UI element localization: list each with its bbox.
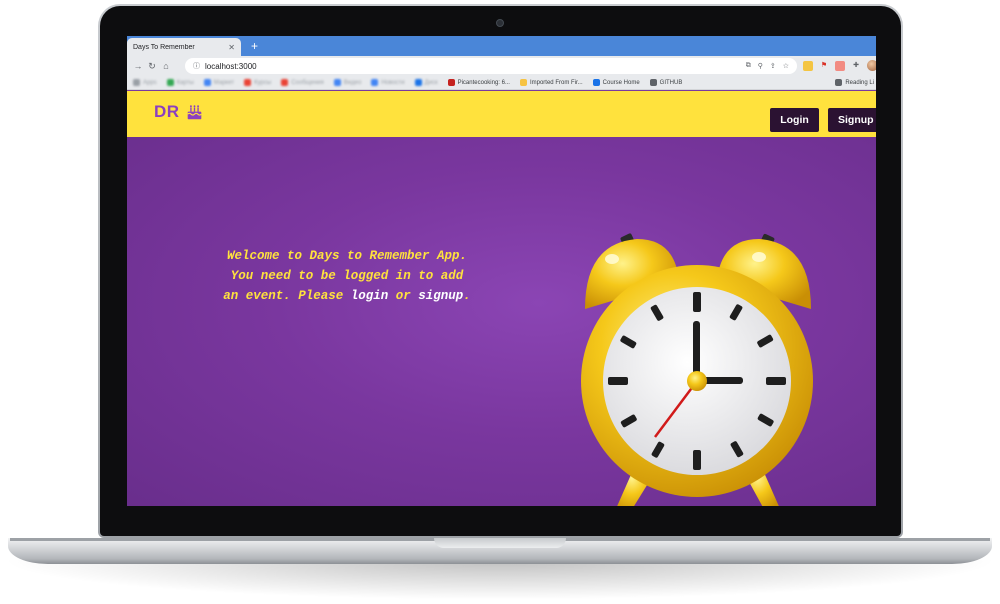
extensions-area: ⚑ ✚ xyxy=(803,60,876,71)
new-tab-icon[interactable]: + xyxy=(251,38,258,54)
tab-strip: Days To Remember ✕ + xyxy=(127,36,876,56)
login-link[interactable]: login xyxy=(351,289,389,303)
bookmark-item[interactable]: Imported From Fir... xyxy=(519,79,583,86)
bookmark-item[interactable]: Курсы xyxy=(244,79,271,86)
info-icon[interactable]: ⓘ xyxy=(193,61,200,71)
bookmark-label: Imported From Fir... xyxy=(529,79,583,86)
flag-icon[interactable]: ⚑ xyxy=(819,61,829,71)
signup-button[interactable]: Signup xyxy=(828,108,876,132)
puzzle-icon[interactable]: ✚ xyxy=(851,61,861,71)
bookmark-item[interactable]: Сообщения xyxy=(281,79,324,86)
bookmark-label: Диск xyxy=(424,79,438,86)
bookmark-favicon-icon xyxy=(371,79,379,86)
bookmark-favicon-icon xyxy=(166,79,174,86)
welcome-text: or xyxy=(388,289,419,303)
base-notch xyxy=(434,538,566,548)
bookmark-label: Picantecooking: 6... xyxy=(457,79,510,86)
alarm-clock-illustration xyxy=(581,233,813,506)
address-bar[interactable]: ⓘ localhost:3000 ⧉ ⚲ ⇪ ☆ xyxy=(185,58,797,74)
bookmark-favicon-icon xyxy=(519,79,527,86)
bookmarks-bar: Apps Карты Маркет Курсы Сообщения Видео Новост… xyxy=(127,76,876,90)
welcome-text: . xyxy=(463,289,471,303)
bookmark-item[interactable]: Apps xyxy=(133,79,157,86)
bookmark-item[interactable]: Маркет xyxy=(203,79,235,86)
bookmark-favicon-icon xyxy=(447,79,455,86)
bookmark-favicon-icon xyxy=(133,79,140,86)
logo-text: DR xyxy=(154,102,180,121)
back-icon[interactable]: → xyxy=(131,61,145,71)
bookmark-item[interactable]: Course Home xyxy=(592,79,640,86)
welcome-line: You need to be logged in to add xyxy=(230,269,464,283)
share-icon[interactable]: ⇪ xyxy=(770,62,776,70)
bookmark-favicon-icon xyxy=(281,79,289,86)
bookmark-favicon-icon xyxy=(333,79,341,86)
extension-icon[interactable] xyxy=(803,60,813,71)
bookmark-favicon-icon xyxy=(203,79,211,86)
laptop-mockup: Days To Remember ✕ + → ↻ ⌂ ⓘ localhost:3… xyxy=(0,0,1000,604)
close-icon[interactable]: ✕ xyxy=(228,43,235,52)
reload-icon[interactable]: ↻ xyxy=(145,61,159,72)
profile-avatar[interactable] xyxy=(867,60,876,71)
base-shadow xyxy=(0,560,1000,600)
url-text: localhost:3000 xyxy=(205,61,257,71)
bookmark-favicon-icon xyxy=(592,79,600,86)
cake-icon xyxy=(186,104,202,119)
screen: Days To Remember ✕ + → ↻ ⌂ ⓘ localhost:3… xyxy=(127,36,876,506)
bookmark-label: Сообщения xyxy=(291,79,324,86)
welcome-line: an event. Please login or signup. xyxy=(197,286,497,306)
home-icon[interactable]: ⌂ xyxy=(159,61,173,71)
login-button[interactable]: Login xyxy=(770,108,819,132)
bookmark-favicon-icon xyxy=(244,79,252,86)
browser-tab[interactable]: Days To Remember ✕ xyxy=(127,38,241,56)
welcome-line: Welcome to Days to Remember App. xyxy=(226,249,468,263)
app-logo[interactable]: DR xyxy=(154,102,203,122)
bookmark-label: Видео xyxy=(343,79,362,86)
tab-title: Days To Remember xyxy=(133,43,195,51)
bookmark-star-icon[interactable]: ☆ xyxy=(783,62,789,70)
open-in-icon[interactable]: ⧉ xyxy=(746,62,751,70)
bookmark-label: Apps xyxy=(143,79,157,86)
bookmark-item[interactable]: Видео xyxy=(333,79,362,86)
bookmark-item[interactable]: GITHUB xyxy=(649,79,683,86)
browser-toolbar: → ↻ ⌂ ⓘ localhost:3000 ⧉ ⚲ ⇪ ☆ ⚑ ✚ xyxy=(127,56,876,76)
webcam-icon xyxy=(496,19,504,27)
hero-section: Welcome to Days to Remember App. You nee… xyxy=(127,137,876,506)
reading-list-button[interactable]: Reading Li xyxy=(835,79,876,86)
bookmark-label: Новости xyxy=(381,79,405,86)
laptop-base xyxy=(8,538,992,564)
reading-list-icon xyxy=(835,79,843,86)
bookmark-item[interactable]: Picantecooking: 6... xyxy=(447,79,510,86)
bookmark-item[interactable]: Новости xyxy=(371,79,405,86)
reading-list-label: Reading Li xyxy=(845,79,874,86)
app-header: DR Login Signup xyxy=(127,91,876,137)
bookmark-label: Маркет xyxy=(213,79,235,86)
bookmark-label: GITHUB xyxy=(659,79,683,86)
bookmark-item[interactable]: Диск xyxy=(414,79,438,86)
bookmark-item[interactable]: Карты xyxy=(166,79,194,86)
bookmark-label: Карты xyxy=(176,79,194,86)
signup-link[interactable]: signup xyxy=(418,289,463,303)
welcome-message: Welcome to Days to Remember App. You nee… xyxy=(197,246,497,306)
bookmark-label: Course Home xyxy=(602,79,640,86)
bookmark-label: Курсы xyxy=(254,79,272,86)
extension-icon[interactable] xyxy=(835,60,845,71)
welcome-text: an event. Please xyxy=(223,289,351,303)
bookmark-favicon-icon xyxy=(649,79,657,86)
bookmark-favicon-icon xyxy=(414,79,422,86)
zoom-icon[interactable]: ⚲ xyxy=(758,62,763,70)
